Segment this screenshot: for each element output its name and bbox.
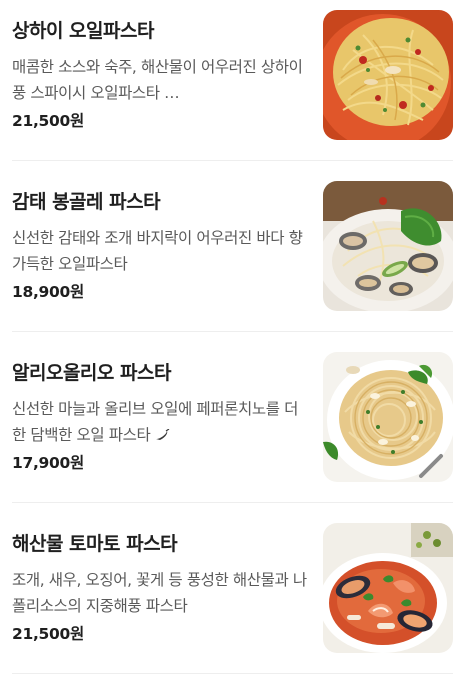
menu-item-name: 알리오올리오 파스타	[12, 362, 171, 384]
menu-item-description: 신선한 감태와 조개 바지락이 어우러진 바다 향 가득한 오일파스타	[12, 229, 303, 273]
menu-item-price: 21,500원	[12, 625, 84, 643]
menu-item-aglio-olio-pasta[interactable]: 알리오올리오 파스타 신선한 마늘과 올리브 오일에 페퍼론치노를 더한 담백한…	[12, 352, 453, 492]
menu-item-price: 17,900원	[12, 454, 84, 472]
menu-item-description: 신선한 마늘과 올리브 오일에 페퍼론치노를 더한 담백한 오일 파스타	[12, 396, 308, 448]
menu-item-text: 해산물 토마토 파스타 조개, 새우, 오징어, 꽃게 등 풍성한 해산물과 나…	[12, 523, 308, 645]
menu-item-name: 상하이 오일파스타	[12, 20, 154, 42]
aglio-olio-pasta-photo[interactable]	[323, 352, 453, 482]
gamtae-vongole-pasta-photo[interactable]	[323, 181, 453, 311]
menu-list: 상하이 오일파스타 매콤한 소스와 숙주, 해산물이 어우러진 상하이풍 스파이…	[0, 0, 466, 679]
menu-item-name: 해산물 토마토 파스타	[12, 533, 178, 555]
divider	[12, 160, 453, 161]
menu-item-shanghai-oil-pasta[interactable]: 상하이 오일파스타 매콤한 소스와 숙주, 해산물이 어우러진 상하이풍 스파이…	[12, 10, 453, 150]
menu-item-price: 21,500원	[12, 112, 84, 130]
menu-item-description: 매콤한 소스와 숙주, 해산물이 어우러진 상하이풍 스파이시 오일파스타 …	[12, 58, 303, 102]
menu-item-description: 조개, 새우, 오징어, 꽃게 등 풍성한 해산물과 나폴리소스의 지중해풍 파…	[12, 571, 307, 615]
chili-pepper-icon	[154, 423, 170, 448]
menu-item-seafood-tomato-pasta[interactable]: 해산물 토마토 파스타 조개, 새우, 오징어, 꽃게 등 풍성한 해산물과 나…	[12, 523, 453, 663]
shanghai-oil-pasta-photo[interactable]	[323, 10, 453, 140]
divider	[12, 673, 453, 674]
divider	[12, 502, 453, 503]
menu-item-gamtae-vongole-pasta[interactable]: 감태 봉골레 파스타 신선한 감태와 조개 바지락이 어우러진 바다 향 가득한…	[12, 181, 453, 321]
divider	[12, 331, 453, 332]
menu-item-text: 알리오올리오 파스타 신선한 마늘과 올리브 오일에 페퍼론치노를 더한 담백한…	[12, 352, 308, 474]
menu-item-price: 18,900원	[12, 283, 84, 301]
menu-item-name: 감태 봉골레 파스타	[12, 191, 161, 213]
menu-item-text: 감태 봉골레 파스타 신선한 감태와 조개 바지락이 어우러진 바다 향 가득한…	[12, 181, 308, 303]
seafood-tomato-pasta-photo[interactable]	[323, 523, 453, 653]
menu-item-text: 상하이 오일파스타 매콤한 소스와 숙주, 해산물이 어우러진 상하이풍 스파이…	[12, 10, 308, 132]
